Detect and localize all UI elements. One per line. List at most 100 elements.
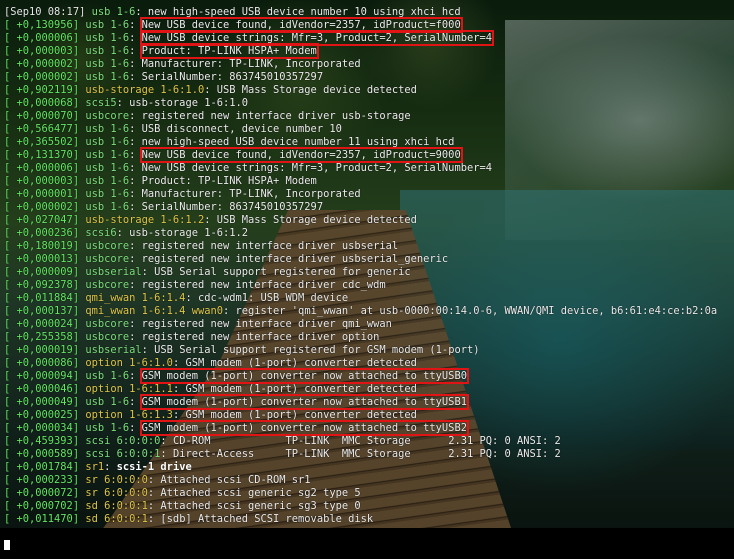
log-source: usbcore — [85, 331, 130, 343]
log-line: [Sep10 08:17] usb 1-6: new high-speed US… — [4, 6, 461, 18]
log-message: SerialNumber: 863745010357297 — [141, 201, 324, 213]
log-message: USB disconnect, device number 10 — [141, 123, 342, 135]
log-source: usb 1-6 — [85, 136, 130, 148]
log-source: usb 1-6 — [91, 6, 136, 18]
log-message: GSM modem (1-port) converter detected — [185, 383, 417, 395]
log-message: registered new interface driver usbseria… — [141, 240, 399, 252]
log-line: [ +0,000236] scsi6: usb-storage 1-6:1.2 — [4, 227, 248, 239]
log-source: qmi_wwan 1-6:1.4 wwan0 — [85, 305, 223, 317]
log-line: [ +0,000009] usbserial: USB Serial suppo… — [4, 266, 411, 278]
log-message: New USB device strings: Mfr=3, Product=2… — [141, 162, 492, 174]
log-source: sd 6:0:0:1 — [85, 513, 148, 525]
log-line: [ +0,130956] usb 1-6: New USB device fou… — [4, 17, 463, 33]
terminal-window[interactable]: [Sep10 08:17] usb 1-6: new high-speed US… — [0, 0, 734, 559]
log-message: registered new interface driver option — [141, 331, 380, 343]
log-timestamp: [ +0,000006] — [4, 32, 80, 44]
log-source: usbserial — [85, 344, 142, 356]
log-timestamp: [ +0,255358] — [4, 331, 80, 343]
log-timestamp: [ +0,000019] — [4, 344, 80, 356]
log-source: usb-storage 1-6:1.2 — [85, 214, 205, 226]
log-line: [ +0,180019] usbcore: registered new int… — [4, 240, 399, 252]
log-timestamp: [ +0,000024] — [4, 318, 80, 330]
log-line: [ +0,000006] usb 1-6: New USB device str… — [4, 162, 492, 174]
log-line: [ +0,000072] sr 6:0:0:0: Attached scsi g… — [4, 487, 361, 499]
log-line: [ +0,000024] usbcore: registered new int… — [4, 318, 392, 330]
log-message: USB Mass Storage device detected — [216, 84, 417, 96]
log-timestamp: [ +0,000070] — [4, 110, 80, 122]
log-timestamp: [ +0,000003] — [4, 175, 80, 187]
log-message: USB Serial support registered for GSM mo… — [154, 344, 480, 356]
log-message: Direct-Access TP-LINK MMC Storage 2.31 P… — [172, 448, 561, 460]
log-timestamp: [ +0,365502] — [4, 136, 80, 148]
log-source: scsi6 — [85, 227, 117, 239]
log-timestamp: [ +0,000589] — [4, 448, 80, 460]
log-line: [ +0,000013] usbcore: registered new int… — [4, 253, 449, 265]
log-source: usb 1-6 — [85, 396, 130, 408]
log-line: [ +0,255358] usbcore: registered new int… — [4, 331, 380, 343]
log-source: usbcore — [85, 253, 130, 265]
log-line: [ +0,092378] usbcore: registered new int… — [4, 279, 386, 291]
log-source: usb 1-6 — [85, 370, 130, 382]
log-message: Manufacturer: TP-LINK, Incorporated — [141, 188, 361, 200]
log-timestamp: [ +0,000003] — [4, 45, 80, 57]
log-timestamp: [ +0,000006] — [4, 162, 80, 174]
log-line: [ +0,000025] option 1-6:1.3: GSM modem (… — [4, 409, 417, 421]
log-message: cdc-wdm1: USB WDM device — [197, 292, 349, 304]
terminal-bottom-area — [0, 528, 734, 559]
log-line: [ +0,000002] usb 1-6: SerialNumber: 8637… — [4, 71, 324, 83]
log-line: [ +0,000006] usb 1-6: New USB device str… — [4, 30, 494, 46]
log-source: option 1-6:1.0 — [85, 357, 173, 369]
log-line: [ +0,027047] usb-storage 1-6:1.2: USB Ma… — [4, 214, 417, 226]
log-source: qmi_wwan 1-6:1.4 — [85, 292, 186, 304]
log-source: usb 1-6 — [85, 149, 130, 161]
log-line: [ +0,000049] usb 1-6: GSM modem (1-port)… — [4, 394, 469, 410]
log-line: [ +0,000086] option 1-6:1.0: GSM modem (… — [4, 357, 417, 369]
log-timestamp: [ +0,011470] — [4, 513, 80, 525]
log-timestamp: [ +0,000046] — [4, 383, 80, 395]
log-line: [ +0,000003] usb 1-6: Product: TP-LINK H… — [4, 175, 317, 187]
log-message: registered new interface driver usb-stor… — [141, 110, 411, 122]
log-timestamp: [ +0,902119] — [4, 84, 80, 96]
log-message: Attached scsi generic sg2 type 5 — [160, 487, 361, 499]
log-line: [ +0,000002] usb 1-6: Manufacturer: TP-L… — [4, 58, 361, 70]
log-source: scsi5 — [85, 97, 117, 109]
log-timestamp: [ +0,000002] — [4, 58, 80, 70]
log-timestamp: [Sep10 08:17] — [4, 6, 86, 18]
log-message: new high-speed USB device number 11 usin… — [141, 136, 455, 148]
log-timestamp: [ +0,000086] — [4, 357, 80, 369]
log-line: [ +0,000137] qmi_wwan 1-6:1.4 wwan0: reg… — [4, 305, 718, 317]
log-timestamp: [ +0,000094] — [4, 370, 80, 382]
log-line: [ +0,000094] usb 1-6: GSM modem (1-port)… — [4, 368, 469, 384]
log-line: [ +0,000068] scsi5: usb-storage 1-6:1.0 — [4, 97, 248, 109]
log-source: sr 6:0:0:0 — [85, 487, 148, 499]
log-timestamp: [ +0,459393] — [4, 435, 80, 447]
log-message: SerialNumber: 863745010357297 — [141, 71, 324, 83]
log-timestamp: [ +0,000002] — [4, 71, 80, 83]
log-line: [ +0,459393] scsi 6:0:0:0: CD-ROM TP-LIN… — [4, 435, 561, 447]
log-line: [ +0,566477] usb 1-6: USB disconnect, de… — [4, 123, 342, 135]
log-timestamp: [ +0,000009] — [4, 266, 80, 278]
log-line: [ +0,000702] sd 6:0:0:1: Attached scsi g… — [4, 500, 361, 512]
log-message: GSM modem (1-port) converter detected — [185, 409, 417, 421]
log-source: usb-storage 1-6:1.0 — [85, 84, 205, 96]
log-message: usb-storage 1-6:1.2 — [129, 227, 248, 239]
log-source: usb 1-6 — [85, 71, 130, 83]
log-timestamp: [ +0,000702] — [4, 500, 80, 512]
log-timestamp: [ +0,000034] — [4, 422, 80, 434]
log-timestamp: [ +0,000049] — [4, 396, 80, 408]
log-message: USB Serial support registered for generi… — [154, 266, 411, 278]
log-source: usb 1-6 — [85, 58, 130, 70]
log-source: scsi 6:0:0:1 — [85, 448, 161, 460]
log-source: usbcore — [85, 110, 130, 122]
log-source: usbserial — [85, 266, 142, 278]
log-line: [ +0,000046] option 1-6:1.1: GSM modem (… — [4, 383, 417, 395]
log-message: registered new interface driver usbseria… — [141, 253, 449, 265]
log-message: Attached scsi generic sg3 type 0 — [160, 500, 361, 512]
log-timestamp: [ +0,000236] — [4, 227, 80, 239]
log-timestamp: [ +0,566477] — [4, 123, 80, 135]
log-line: [ +0,000001] usb 1-6: Manufacturer: TP-L… — [4, 188, 361, 200]
log-source: option 1-6:1.3 — [85, 409, 173, 421]
log-source: usb 1-6 — [85, 45, 130, 57]
log-timestamp: [ +0,000072] — [4, 487, 80, 499]
log-timestamp: [ +0,130956] — [4, 19, 80, 31]
